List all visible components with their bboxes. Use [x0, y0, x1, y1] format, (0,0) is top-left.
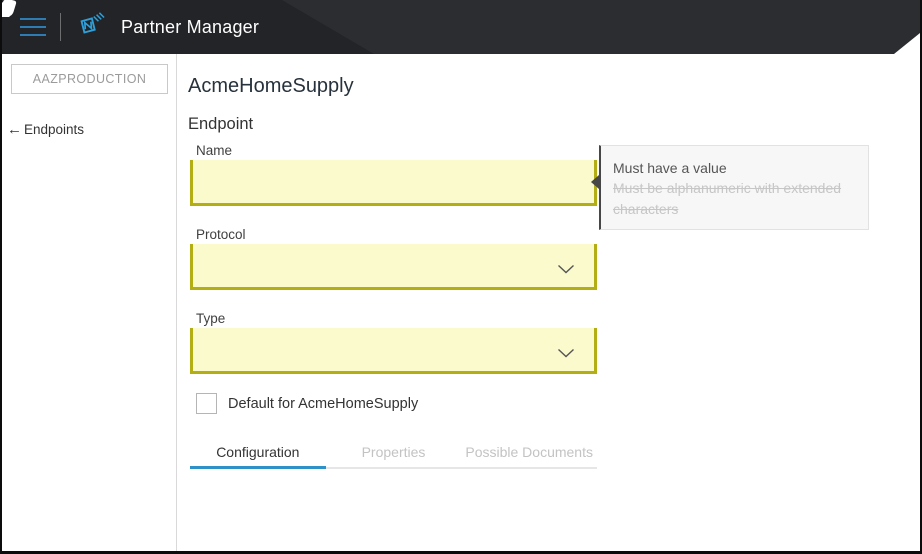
- page-title: AcmeHomeSupply: [188, 75, 354, 97]
- endpoint-form: Name Must have a value Must be alphanume…: [190, 143, 869, 549]
- menu-hamburger-icon[interactable]: [20, 18, 46, 36]
- validation-message-alphanumeric: Must be alphanumeric with extended chara…: [613, 180, 842, 217]
- name-field-label: Name: [196, 143, 233, 158]
- tab-possible-documents[interactable]: Possible Documents: [461, 439, 598, 469]
- default-checkbox-row: Default for AcmeHomeSupply: [190, 393, 597, 414]
- type-field-label: Type: [196, 311, 226, 326]
- sidebar: AAZPRODUCTION ← Endpoints: [2, 54, 177, 551]
- app-window: Partner Manager AAZPRODUCTION ← Endpoint…: [0, 0, 922, 554]
- app-header: Partner Manager: [2, 0, 920, 54]
- back-arrow-icon: ←: [7, 121, 22, 138]
- tab-bar: Configuration Properties Possible Docume…: [190, 439, 598, 469]
- chevron-down-icon: [557, 346, 575, 364]
- environment-button[interactable]: AAZPRODUCTION: [11, 64, 168, 94]
- back-to-endpoints-link[interactable]: ← Endpoints: [2, 121, 176, 138]
- validation-message-required: Must have a value: [613, 160, 727, 176]
- protocol-select[interactable]: [190, 244, 597, 290]
- default-checkbox[interactable]: [196, 393, 217, 414]
- type-select[interactable]: [190, 328, 597, 374]
- header-corner-cut: [894, 33, 920, 54]
- name-input[interactable]: [190, 160, 597, 206]
- back-link-label: Endpoints: [24, 122, 85, 137]
- protocol-field-label: Protocol: [196, 227, 246, 242]
- section-title: Endpoint: [188, 115, 254, 133]
- tab-content-empty: [190, 469, 597, 549]
- chevron-down-icon: [557, 262, 575, 280]
- validation-tooltip: Must have a value Must be alphanumeric w…: [591, 145, 869, 230]
- app-title: Partner Manager: [121, 16, 260, 37]
- tooltip-arrow-icon: [591, 175, 599, 189]
- header-divider: [60, 13, 61, 41]
- partner-manager-logo-icon: [75, 9, 105, 46]
- tab-configuration[interactable]: Configuration: [190, 439, 326, 469]
- tab-properties[interactable]: Properties: [325, 439, 462, 469]
- default-checkbox-label: Default for AcmeHomeSupply: [228, 395, 419, 412]
- hand-cursor-icon: [2, 0, 22, 22]
- main-content: AcmeHomeSupply Endpoint Name Must have a…: [177, 54, 920, 551]
